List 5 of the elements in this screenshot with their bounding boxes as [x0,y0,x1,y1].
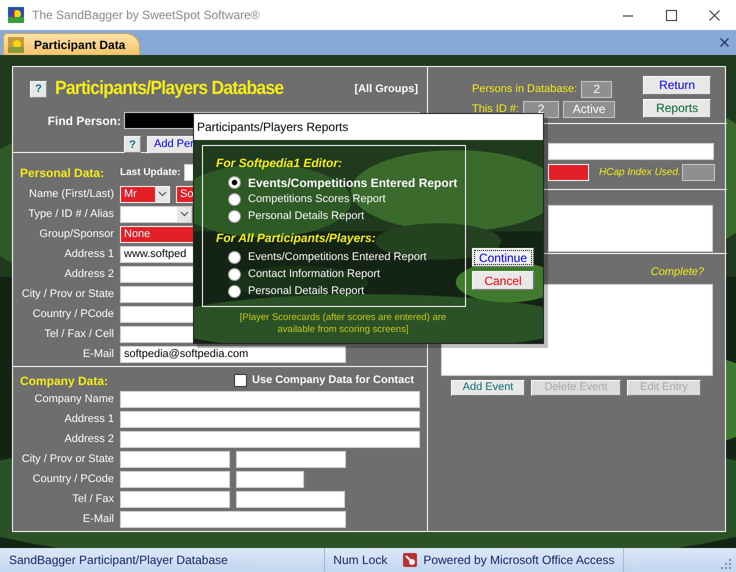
status-text: Num Lock [333,552,388,569]
window-title: The SandBagger by SweetSpot Software® [32,7,260,24]
status-text: Powered by Microsoft Office Access [423,552,615,569]
status-text: SandBagger Participant/Player Database [9,552,228,569]
document-tab[interactable]: Participant Data [3,33,140,55]
